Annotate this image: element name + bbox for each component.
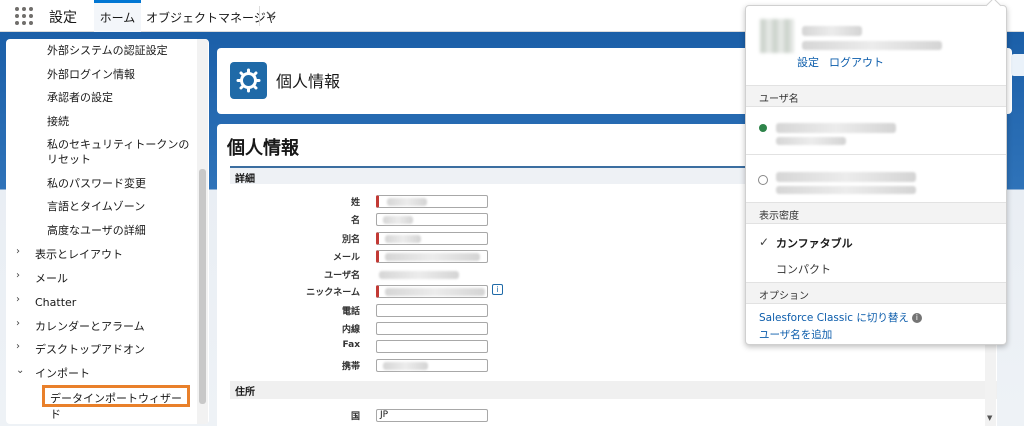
density-section-header: 表示密度 <box>746 202 1006 224</box>
app-launcher-icon[interactable] <box>15 7 33 25</box>
sidebar-scrollbar[interactable] <box>197 39 208 424</box>
clock-icon <box>758 175 768 185</box>
logout-link[interactable]: ログアウト <box>829 54 884 70</box>
user-name-blurred <box>802 26 862 36</box>
divider <box>259 6 260 26</box>
add-username-link[interactable]: ユーザ名を追加 <box>759 327 832 342</box>
sidebar-item-approver[interactable]: 承認者の設定 <box>6 90 196 105</box>
tab-home[interactable]: ホーム <box>94 0 141 32</box>
sidebar-item-email[interactable]: メール <box>6 271 196 286</box>
username-section-header: ユーザ名 <box>746 85 1006 107</box>
sidebar-item-external-auth[interactable]: 外部システムの認証設定 <box>6 43 196 58</box>
status-online-icon <box>759 124 767 132</box>
fax-field[interactable] <box>376 340 488 353</box>
field-label-mobile: 携帯 <box>341 362 360 372</box>
user-name-blurred <box>802 41 942 50</box>
info-icon[interactable]: i <box>492 284 503 295</box>
divider <box>746 154 1006 155</box>
mobile-field[interactable] <box>376 359 488 372</box>
chevron-down-icon[interactable] <box>264 7 278 21</box>
username-entry[interactable] <box>776 123 896 133</box>
nickname-field[interactable] <box>376 285 488 298</box>
sidebar-item-desktop-addon[interactable]: デスクトップアドオン <box>6 342 196 357</box>
first-name-field[interactable] <box>376 213 488 226</box>
settings-link[interactable]: 設定 <box>797 54 819 70</box>
alias-field[interactable] <box>376 232 488 245</box>
field-label-username: ユーザ名 <box>324 271 360 281</box>
form-title: 個人情報 <box>227 138 299 159</box>
sidebar-item-import[interactable]: インポート <box>6 366 196 381</box>
switch-classic-label: Salesforce Classic に切り替え <box>759 312 909 324</box>
user-profile-menu: 設定 ログアウト ユーザ名 表示密度 ✓ カンファタブル コンパクト オプション… <box>745 0 1007 345</box>
density-comfortable-option[interactable]: カンファタブル <box>776 235 853 251</box>
field-label-email: メール <box>332 253 360 263</box>
field-label-country: 国 <box>350 412 360 422</box>
sidebar-item-calendar[interactable]: カレンダーとアラーム <box>6 319 196 334</box>
density-compact-option[interactable]: コンパクト <box>776 261 831 277</box>
field-label-first-name: 名 <box>350 216 360 226</box>
sidebar-item-chatter[interactable]: Chatter <box>6 295 196 310</box>
scrollbar-thumb[interactable] <box>199 169 206 404</box>
avatar <box>760 19 794 53</box>
field-label-alias: 別名 <box>341 235 360 245</box>
username-entry <box>776 186 916 194</box>
options-section-header: オプション <box>746 282 1006 304</box>
email-field[interactable] <box>376 250 488 263</box>
last-name-field[interactable] <box>376 195 488 208</box>
field-label-phone: 電話 <box>341 307 360 317</box>
gear-icon <box>230 62 267 99</box>
checkmark-icon: ✓ <box>759 235 770 249</box>
phone-field[interactable] <box>376 304 488 317</box>
switch-classic-link[interactable]: Salesforce Classic に切り替え i <box>759 310 922 325</box>
sidebar-item-change-password[interactable]: 私のパスワード変更 <box>6 176 196 191</box>
edit-icon[interactable] <box>1011 54 1024 76</box>
sidebar-item-connections[interactable]: 接続 <box>6 114 196 129</box>
setup-sidebar: 外部システムの認証設定 外部ログイン情報 承認者の設定 接続 私のセキュリティト… <box>6 39 209 424</box>
info-icon[interactable]: i <box>911 313 922 323</box>
field-label-fax: Fax <box>342 340 361 350</box>
username-entry <box>776 137 846 145</box>
sidebar-item-label: データインポートウィザード <box>50 392 182 421</box>
field-label-extension: 内線 <box>341 325 360 335</box>
username-entry[interactable] <box>776 172 916 182</box>
scroll-down-arrow-icon[interactable]: ▼ <box>987 414 992 422</box>
sidebar-item-external-login[interactable]: 外部ログイン情報 <box>6 67 196 82</box>
section-address: 住所 <box>230 381 997 399</box>
sidebar-item-language-timezone[interactable]: 言語とタイムゾーン <box>6 199 196 214</box>
sidebar-item-data-import-wizard[interactable]: データインポートウィザード <box>42 385 190 421</box>
extension-field[interactable] <box>376 322 488 335</box>
tab-object-manager[interactable]: オブジェクトマネージャ <box>146 9 277 26</box>
country-field[interactable]: JP <box>376 409 488 422</box>
page-title: 個人情報 <box>276 72 341 91</box>
app-name: 設定 <box>49 10 77 26</box>
sidebar-item-reset-token[interactable]: 私のセキュリティトークンのリセット <box>6 137 191 167</box>
sidebar-item-advanced-user[interactable]: 高度なユーザの詳細 <box>6 223 196 238</box>
field-label-nickname: ニックネーム <box>306 288 360 298</box>
username-value <box>379 271 459 279</box>
field-label-last-name: 姓 <box>350 198 360 208</box>
sidebar-item-display-layout[interactable]: 表示とレイアウト <box>6 247 196 262</box>
